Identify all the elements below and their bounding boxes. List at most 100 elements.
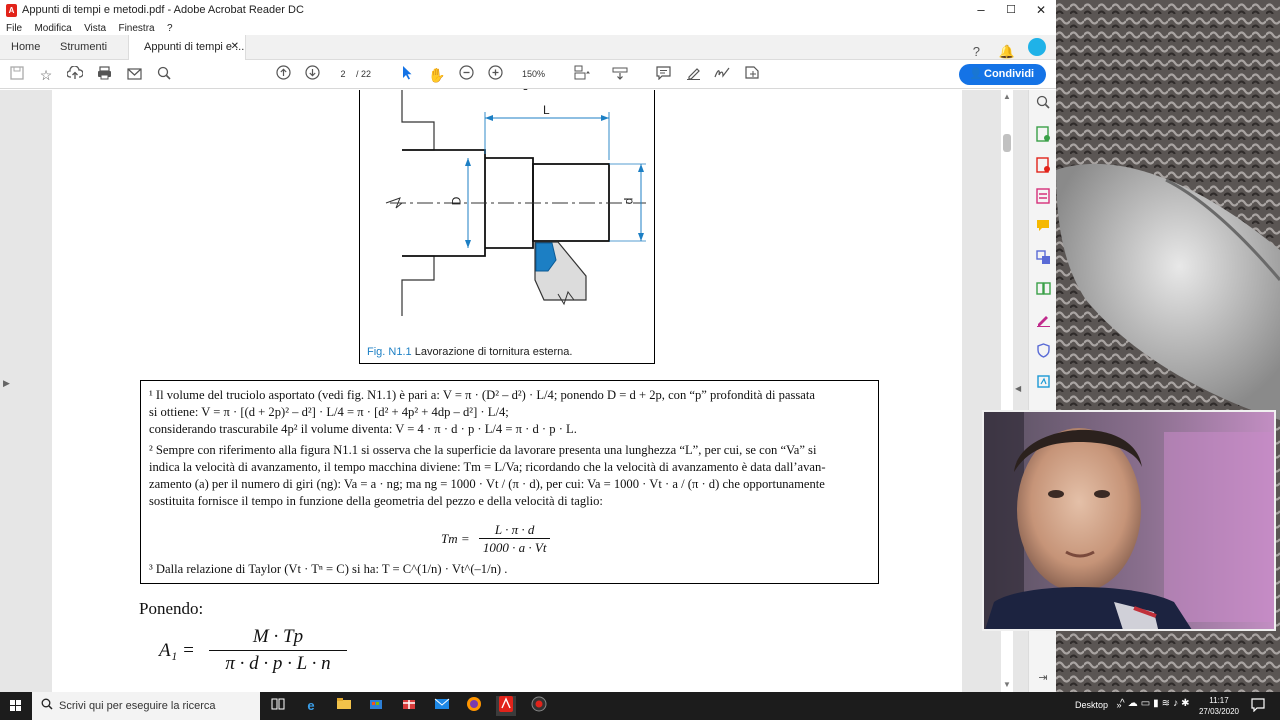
collapse-right-panel-icon[interactable]: ◀ <box>1015 384 1021 393</box>
select-cursor-icon[interactable] <box>397 65 417 85</box>
network-icon[interactable]: ▭ <box>1141 698 1153 709</box>
document-viewport[interactable]: ▶ L D d Fig. N1.1 Lavorazione di tornitu… <box>0 90 1028 692</box>
create-pdf-icon[interactable] <box>1033 157 1053 177</box>
scroll-thumb[interactable] <box>1003 134 1011 152</box>
scroll-up-icon[interactable]: ▲ <box>1001 92 1013 101</box>
protect-shield-icon[interactable] <box>1033 343 1053 363</box>
zoom-panel-icon[interactable] <box>1033 95 1053 115</box>
scroll-mode-icon[interactable] <box>610 65 630 85</box>
search-icon <box>41 698 53 713</box>
dim-label-d: d <box>621 197 636 205</box>
a1-formula-lhs: A₁ = <box>159 640 195 661</box>
firefox-icon[interactable] <box>464 696 484 716</box>
hand-tool-icon[interactable]: ✋ <box>427 65 447 85</box>
menu-modifica[interactable]: Modifica <box>34 21 71 36</box>
cloud-upload-icon[interactable] <box>65 65 85 85</box>
page-total: / 22 <box>356 69 372 79</box>
tab-tools[interactable]: Strumenti <box>60 35 107 59</box>
share-label: Condividi <box>984 68 1035 80</box>
comment-icon[interactable] <box>653 65 673 85</box>
windows-taskbar: Scrivi qui per eseguire la ricerca e Des… <box>0 692 1280 720</box>
pdf-page: L D d Fig. N1.1 Lavorazione di tornitura… <box>52 90 962 692</box>
close-window-button[interactable]: ✕ <box>1026 0 1056 20</box>
minimize-button[interactable]: – <box>966 0 996 20</box>
note1-line1: ¹ Il volume del truciolo asportato (vedi… <box>149 388 815 402</box>
tab-home[interactable]: Home <box>11 35 40 59</box>
enhance-scan-icon[interactable] <box>1033 374 1053 394</box>
acrobat-taskbar-icon[interactable] <box>496 696 516 716</box>
volume-icon[interactable]: ♪ <box>1173 698 1181 709</box>
left-panel-toggle-icon[interactable]: ▶ <box>3 378 10 389</box>
email-icon[interactable] <box>124 65 144 85</box>
taskbar-clock[interactable]: 11:17 27/03/2020 <box>1197 695 1241 717</box>
clock-time: 11:17 <box>1209 696 1229 705</box>
footnotes-box: ¹ Il volume del truciolo asportato (vedi… <box>140 380 879 584</box>
bluetooth-icon[interactable]: ✱ <box>1181 698 1192 709</box>
page-layout-icon[interactable] <box>573 65 593 85</box>
tm-formula-lhs: Tm = <box>441 531 470 546</box>
scroll-down-icon[interactable]: ▼ <box>1001 680 1013 689</box>
wifi-icon[interactable]: ≋ <box>1162 698 1173 709</box>
tab-bar: Home Strumenti Appunti di tempi e ... ✕ … <box>0 35 1056 60</box>
dim-label-L: L <box>543 103 550 117</box>
tab-document[interactable]: Appunti di tempi e ... ✕ <box>128 35 246 60</box>
account-avatar[interactable] <box>1028 38 1046 56</box>
menu-bar: File Modifica Vista Finestra ? <box>0 20 1056 35</box>
desktop-toolbar-label[interactable]: Desktop » <box>1075 700 1122 710</box>
mail-icon[interactable] <box>432 696 452 716</box>
tray-up-arrow-icon[interactable]: ^ <box>1120 698 1128 709</box>
clock-date: 27/03/2020 <box>1198 707 1240 716</box>
combine-files-icon[interactable] <box>1033 250 1053 270</box>
edit-pdf-icon[interactable] <box>1033 188 1053 208</box>
task-view-icon[interactable] <box>268 696 288 716</box>
previous-page-icon[interactable] <box>273 65 293 85</box>
page-number-input[interactable]: 2 <box>333 66 353 82</box>
note1-line2: si ottiene: V = π · [(d + 2p)² – d²] · L… <box>149 405 509 419</box>
turning-diagram <box>385 90 646 316</box>
save-icon[interactable] <box>7 65 27 85</box>
menu-file[interactable]: File <box>6 21 22 36</box>
figure-number: Fig. N1.1 <box>367 346 412 358</box>
expand-panel-icon[interactable]: ⇥ <box>1033 668 1053 688</box>
sign-icon[interactable] <box>712 65 732 85</box>
start-button[interactable] <box>0 692 32 720</box>
note1-line3: considerando trascurabile 4p² il volume … <box>149 422 577 436</box>
next-page-icon[interactable] <box>302 65 322 85</box>
menu-vista[interactable]: Vista <box>84 21 106 36</box>
search-zoom-icon[interactable] <box>154 65 174 85</box>
edge-browser-icon[interactable]: e <box>301 696 321 716</box>
acrobat-window: A Appunti di tempi e metodi.pdf - Adobe … <box>0 0 1056 692</box>
menu-help[interactable]: ? <box>167 21 173 36</box>
tab-document-label: Appunti di tempi e ... <box>144 41 245 53</box>
store-icon[interactable] <box>366 696 386 716</box>
close-tab-icon[interactable]: ✕ <box>231 35 239 59</box>
highlight-pen-icon[interactable] <box>683 65 703 85</box>
taskbar-search-box[interactable]: Scrivi qui per eseguire la ricerca <box>32 692 260 720</box>
system-tray[interactable]: ^☁▭▮≋♪✱ <box>1120 698 1192 709</box>
battery-icon[interactable]: ▮ <box>1153 698 1162 709</box>
export-pdf-icon[interactable] <box>1033 126 1053 146</box>
organize-pages-icon[interactable] <box>1033 281 1053 301</box>
zoom-level-select[interactable]: 150% ▼ <box>514 66 560 95</box>
comment-panel-icon[interactable] <box>1033 219 1053 239</box>
menu-finestra[interactable]: Finestra <box>118 21 154 36</box>
share-button[interactable]: 👤 Condividi <box>959 64 1046 85</box>
help-icon[interactable]: ? <box>967 43 985 61</box>
file-explorer-icon[interactable] <box>334 696 354 716</box>
maximize-button[interactable]: ☐ <box>996 0 1026 20</box>
onedrive-cloud-icon[interactable]: ☁ <box>1128 698 1141 709</box>
notifications-icon[interactable] <box>1251 698 1265 715</box>
tm-formula: Tm = L · π · d 1000 · a · Vt <box>441 521 551 556</box>
taskbar-search-placeholder: Scrivi qui per eseguire la ricerca <box>59 700 216 712</box>
zoom-in-icon[interactable] <box>485 65 505 85</box>
a1-formula-numerator: M · Tp <box>209 626 347 651</box>
share-icon: 👤 <box>969 68 983 80</box>
bookmark-star-icon[interactable]: ☆ <box>36 65 56 85</box>
zoom-out-icon[interactable] <box>456 65 476 85</box>
bell-icon[interactable]: 🔔 <box>998 43 1016 61</box>
recorder-app-icon[interactable] <box>529 696 549 716</box>
more-tools-icon[interactable] <box>742 65 762 85</box>
print-icon[interactable] <box>94 65 114 85</box>
gift-app-icon[interactable] <box>399 696 419 716</box>
fill-sign-icon[interactable] <box>1033 312 1053 332</box>
